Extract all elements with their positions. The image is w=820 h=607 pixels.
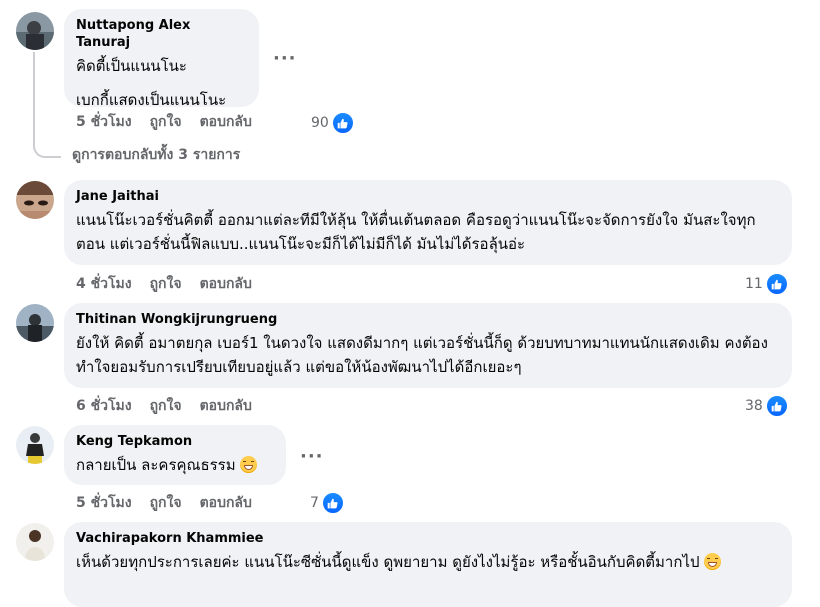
avatar[interactable] xyxy=(16,523,54,561)
comment-author[interactable]: Keng Tepkamon xyxy=(76,433,274,450)
comment-time[interactable]: 6 ชั่วโมง xyxy=(76,396,132,416)
comment-text: คิดตี้เป็นแนนโนะ เบกกี้แสดงเป็นแนนโนะ xyxy=(76,54,247,112)
comment-time[interactable]: 5 ชั่วโมง xyxy=(76,493,132,513)
avatar[interactable] xyxy=(16,12,54,50)
avatar[interactable] xyxy=(16,181,54,219)
avatar[interactable] xyxy=(16,304,54,342)
grinning-emoji-icon xyxy=(704,553,722,570)
comment-time[interactable]: 5 ชั่วโมง xyxy=(76,112,132,132)
more-options-icon[interactable]: ··· xyxy=(300,448,324,466)
reaction-count-value: 11 xyxy=(745,276,763,292)
thumbs-up-icon xyxy=(764,394,789,418)
reaction-count[interactable]: 7 xyxy=(310,491,345,515)
thumbs-up-icon xyxy=(764,272,789,296)
comment-bubble: Jane Jaithai แนนโน๊ะเวอร์ชั่นคิตตี้ ออกม… xyxy=(64,180,792,265)
reply-button[interactable]: ตอบกลับ xyxy=(200,112,252,132)
like-button[interactable]: ถูกใจ xyxy=(150,112,182,132)
reaction-count[interactable]: 11 xyxy=(745,272,789,296)
reaction-count-value: 38 xyxy=(745,398,763,414)
comment-author[interactable]: Vachirapakorn Khammiee xyxy=(76,530,780,547)
reaction-count[interactable]: 90 xyxy=(311,111,355,135)
comment-text-content: เห็นด้วยทุกประการเลยค่ะ แนนโน๊ะซีซั่นนี้… xyxy=(76,553,700,571)
comment-text: แนนโน๊ะเวอร์ชั่นคิตตี้ ออกมาแต่ละทีมีให้… xyxy=(76,211,756,253)
view-replies-link[interactable]: ดูการตอบกลับทั้ง 3 รายการ xyxy=(72,145,240,165)
like-button[interactable]: ถูกใจ xyxy=(150,396,182,416)
comment-line: คิดตี้เป็นแนนโนะ xyxy=(76,57,187,75)
comment-bubble: Vachirapakorn Khammiee เห็นด้วยทุกประการ… xyxy=(64,522,792,607)
thumbs-up-icon xyxy=(330,111,355,135)
comment-line: เบกกี้แสดงเป็นแนนโนะ xyxy=(76,91,227,109)
reply-button[interactable]: ตอบกลับ xyxy=(200,396,252,416)
grinning-emoji-icon xyxy=(240,456,258,473)
reaction-count-value: 90 xyxy=(311,115,329,131)
thumbs-up-icon xyxy=(320,491,345,515)
comment-bubble: Keng Tepkamon กลายเป็น ละครคุณธรรม xyxy=(64,425,286,485)
reply-button[interactable]: ตอบกลับ xyxy=(200,493,252,513)
comment-actions: 4 ชั่วโมง ถูกใจ ตอบกลับ xyxy=(76,274,252,294)
comment-author[interactable]: Nuttapong Alex Tanuraj xyxy=(76,17,247,51)
comment-text-content: กลายเป็น ละครคุณธรรม xyxy=(76,456,236,474)
like-button[interactable]: ถูกใจ xyxy=(150,493,182,513)
comment-text: กลายเป็น ละครคุณธรรม xyxy=(76,453,274,477)
comment-time[interactable]: 4 ชั่วโมง xyxy=(76,274,132,294)
more-options-icon[interactable]: ··· xyxy=(273,50,297,68)
comment-bubble: Nuttapong Alex Tanuraj คิดตี้เป็นแนนโนะ … xyxy=(64,9,259,109)
reply-button[interactable]: ตอบกลับ xyxy=(200,274,252,294)
comment-author[interactable]: Thitinan Wongkijrungrueng xyxy=(76,311,780,328)
comment-author[interactable]: Jane Jaithai xyxy=(76,188,780,205)
avatar[interactable] xyxy=(16,426,54,464)
like-button[interactable]: ถูกใจ xyxy=(150,274,182,294)
comment-actions: 5 ชั่วโมง ถูกใจ ตอบกลับ xyxy=(76,493,252,513)
comment-text: ยังให้ คิดตี้ อมาตยกุล เบอร์1 ในดวงใจ แส… xyxy=(76,334,768,376)
comment-actions: 5 ชั่วโมง ถูกใจ ตอบกลับ xyxy=(76,112,252,132)
comment-bubble: Thitinan Wongkijrungrueng ยังให้ คิดตี้ … xyxy=(64,303,792,388)
reaction-count[interactable]: 38 xyxy=(745,394,789,418)
reply-thread-curve xyxy=(33,140,61,158)
comment-actions: 6 ชั่วโมง ถูกใจ ตอบกลับ xyxy=(76,396,252,416)
reply-thread-line xyxy=(33,52,35,148)
comment-text: เห็นด้วยทุกประการเลยค่ะ แนนโน๊ะซีซั่นนี้… xyxy=(76,550,780,574)
reaction-count-value: 7 xyxy=(310,495,319,511)
